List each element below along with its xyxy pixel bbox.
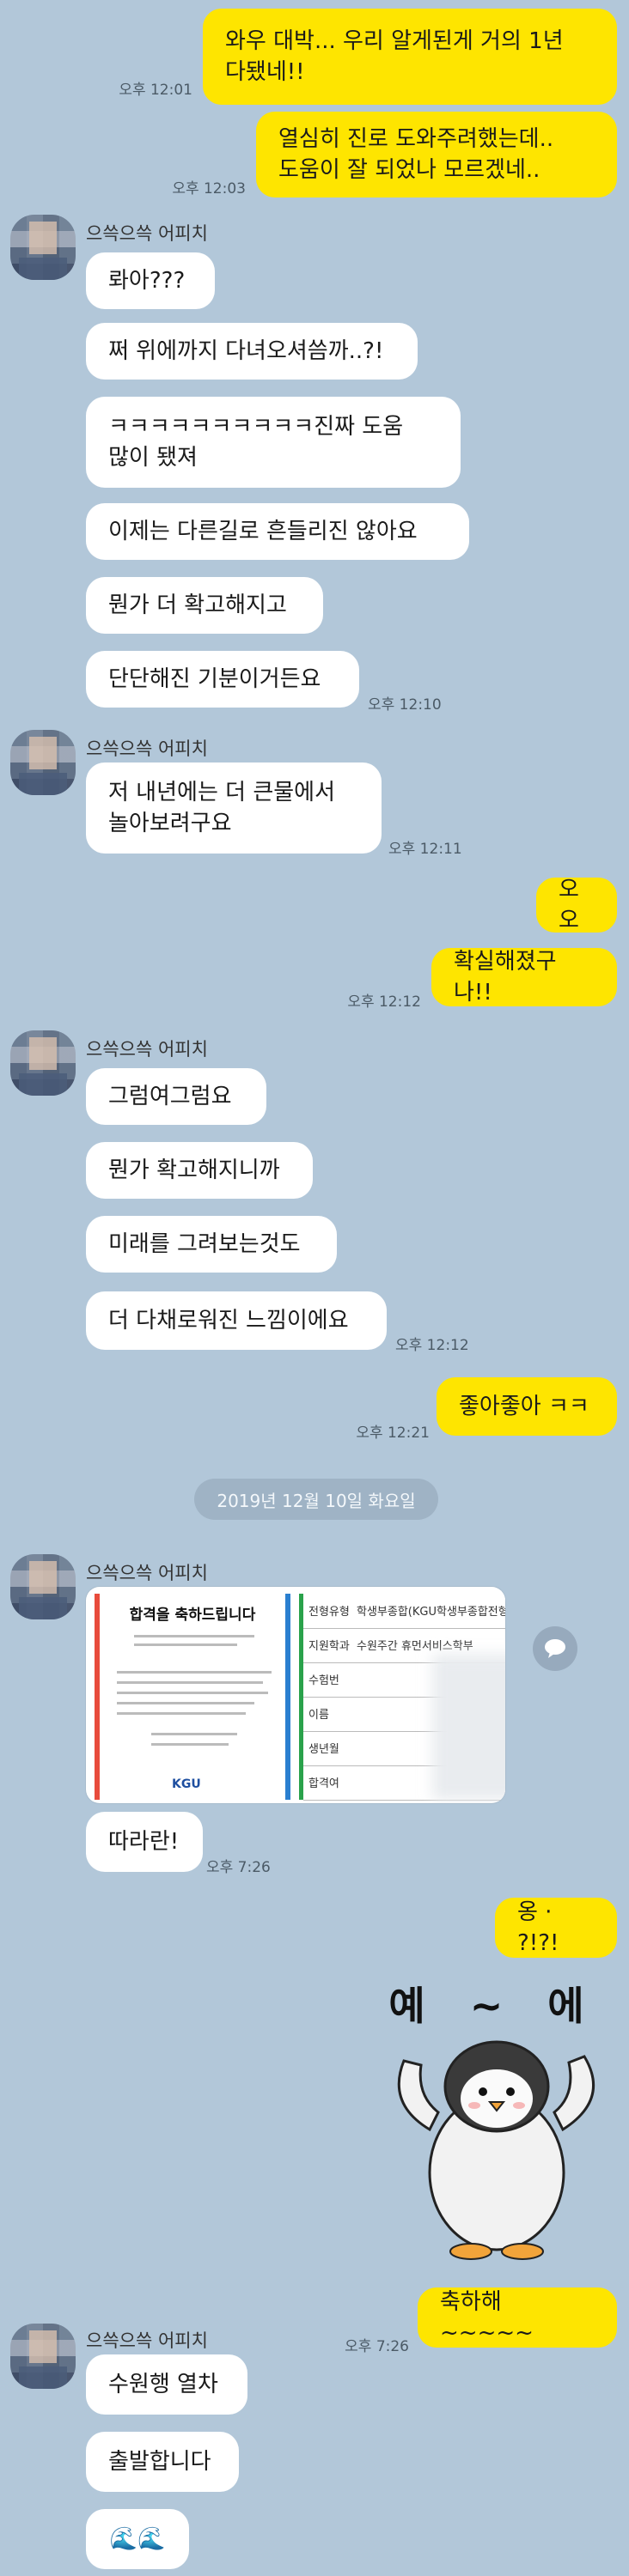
certificate-title: 합격을 축하드립니다 — [129, 1607, 256, 1624]
message-time: 오후 12:21 — [356, 1425, 430, 1442]
table-label: 전형유형 — [308, 1606, 350, 1619]
share-button[interactable] — [533, 1626, 577, 1671]
message-bubble-other[interactable]: 단단해진 기분이거든요 — [86, 651, 359, 708]
message-time: 오후 12:11 — [388, 841, 462, 858]
table-value: 학생부종합(KGU학생부종합전형) — [357, 1606, 505, 1619]
message-bubble-other[interactable]: 출발합니다 — [86, 2432, 239, 2492]
message-bubble-other[interactable]: 이제는 다른길로 흔들리진 않아요 — [86, 503, 469, 560]
message-bubble-mine[interactable]: 와우 대박... 우리 알게된게 거의 1년 다됐네!! — [203, 9, 617, 105]
message-bubble-other[interactable]: 저 내년에는 더 큰물에서 놀아보려구요 — [86, 762, 382, 854]
message-time: 오후 12:01 — [119, 82, 192, 99]
speech-bubble-icon — [545, 1639, 565, 1658]
message-time: 오후 12:12 — [347, 993, 421, 1011]
message-time: 오후 12:03 — [172, 180, 246, 197]
table-label: 지원학과 — [308, 1640, 350, 1653]
message-bubble-other[interactable]: 뭔가 확고해지니까 — [86, 1142, 313, 1199]
sender-name: 으쓱으쓱 어피치 — [86, 738, 208, 759]
message-bubble-other[interactable]: 더 다채로워진 느낌이에요 — [86, 1291, 387, 1350]
message-time: 오후 12:10 — [368, 696, 442, 714]
table-label: 생년월 — [308, 1743, 339, 1756]
message-bubble-mine[interactable]: 좋아좋아 ㅋㅋ — [437, 1377, 617, 1436]
message-bubble-mine[interactable]: 열심히 진로 도와주려했는데.. 도움이 잘 되었나 모르겠네.. — [256, 112, 617, 197]
message-time: 오후 12:12 — [395, 1337, 469, 1354]
blurred-area — [432, 1654, 505, 1800]
message-time: 오후 7:26 — [345, 2338, 409, 2355]
photo-message[interactable]: 합격을 축하드립니다 KGU 전형유형 학생부종합(KGU학생부종합전형) 지원학… — [86, 1587, 505, 1803]
avatar[interactable] — [10, 730, 76, 795]
avatar[interactable] — [10, 1030, 76, 1096]
message-bubble-mine[interactable]: 축하해~~~~~ — [418, 2287, 617, 2348]
table-label: 수험번 — [308, 1674, 339, 1687]
kgu-logo: KGU — [172, 1777, 201, 1791]
message-bubble-other[interactable]: 쩌 위에까지 다녀오셔씀까..?! — [86, 323, 418, 380]
message-bubble-other[interactable]: 수원행 열차 — [86, 2354, 247, 2415]
certificate-image: 합격을 축하드립니다 KGU — [95, 1594, 290, 1800]
penguin-icon — [397, 2040, 595, 2260]
message-bubble-other[interactable]: 뭔가 더 확고해지고 — [86, 577, 323, 634]
message-bubble-other[interactable]: 미래를 그려보는것도 — [86, 1216, 337, 1273]
avatar[interactable] — [10, 2324, 76, 2389]
message-time: 오후 7:26 — [206, 1859, 271, 1876]
message-bubble-other[interactable]: 🌊🌊 — [86, 2509, 189, 2569]
date-divider: 2019년 12월 10일 화요일 — [194, 1479, 438, 1520]
avatar[interactable] — [10, 215, 76, 280]
message-bubble-other[interactable]: ㅋㅋㅋㅋㅋㅋㅋㅋㅋㅋ진짜 도움 많이 됐져 — [86, 397, 461, 488]
message-bubble-other[interactable]: 롸아??? — [86, 252, 215, 309]
sender-name: 으쓱으쓱 어피치 — [86, 223, 208, 244]
message-bubble-mine[interactable]: 오오 — [536, 877, 617, 933]
avatar[interactable] — [10, 1554, 76, 1619]
sticker-text: 예 ~ 에 — [388, 1983, 600, 2029]
table-label: 이름 — [308, 1709, 329, 1722]
message-bubble-other[interactable]: 따라란! — [86, 1812, 203, 1872]
sender-name: 으쓱으쓱 어피치 — [86, 1563, 208, 1583]
table-value: 수원주간 휴먼서비스학부 — [357, 1640, 473, 1653]
message-bubble-mine[interactable]: 옹 · ?!?! — [495, 1898, 617, 1958]
message-bubble-mine[interactable]: 확실해졌구나!! — [431, 948, 617, 1006]
table-label: 합격여 — [308, 1777, 339, 1790]
sticker[interactable]: 예 ~ 에 — [369, 1975, 624, 2267]
message-bubble-other[interactable]: 그럼여그럼요 — [86, 1068, 266, 1125]
admission-table: 전형유형 학생부종합(KGU학생부종합전형) 지원학과 수원주간 휴먼서비스학부 수… — [299, 1594, 505, 1801]
sender-name: 으쓱으쓱 어피치 — [86, 2330, 208, 2351]
sender-name: 으쓱으쓱 어피치 — [86, 1039, 208, 1060]
